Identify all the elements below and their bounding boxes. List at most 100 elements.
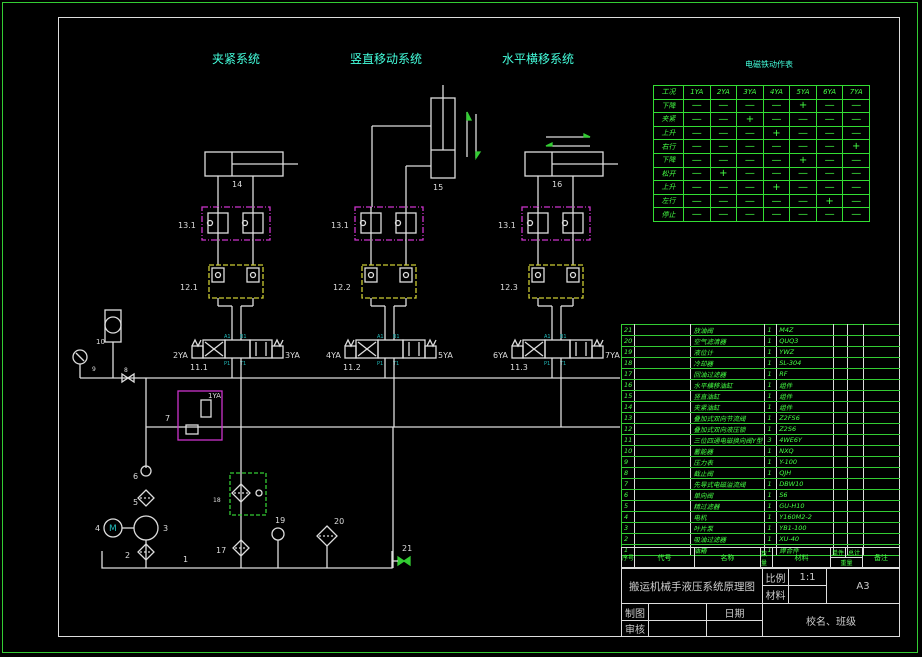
- level-gauge-19: [271, 527, 285, 541]
- action-cell: —: [842, 193, 870, 209]
- action-cell: —: [683, 207, 711, 222]
- parts-cell: SL-304: [776, 357, 834, 369]
- parts-row: 6 单向阀 1 S6: [620, 489, 900, 501]
- parts-cell: 12: [620, 423, 636, 435]
- parts-cell: 1: [764, 456, 778, 468]
- label: 4: [95, 524, 100, 533]
- parts-cell: 组件: [776, 390, 834, 402]
- parts-cell: 16: [620, 379, 636, 391]
- parts-cell: [847, 500, 865, 512]
- parts-cell: 先导式电磁溢流阀: [690, 478, 766, 490]
- parts-cell: NXQ: [776, 445, 834, 457]
- parts-cell: [634, 467, 692, 479]
- tank-label: 1: [183, 555, 188, 564]
- parts-cell: 蓄能器: [690, 445, 766, 457]
- action-cell: —: [683, 166, 711, 182]
- action-cell: —: [683, 152, 711, 168]
- spring-left-icon: [511, 338, 522, 348]
- action-cell: —: [789, 125, 817, 141]
- parts-cell: [847, 445, 865, 457]
- parts-cell: [863, 456, 900, 468]
- action-cell: —: [709, 98, 738, 114]
- lock-label: 12.1: [180, 283, 198, 292]
- lock-check: [566, 267, 580, 283]
- action-table-row: 松开 — + — — — — —: [653, 166, 870, 182]
- parts-cell: 夹紧油缸: [690, 401, 766, 413]
- accumulator-body: [104, 309, 122, 343]
- header-no: 序号: [621, 547, 635, 568]
- port-a: A1: [224, 334, 231, 340]
- cylinder-label: 14: [232, 180, 242, 189]
- parts-cell: [863, 401, 900, 413]
- parts-cell: [634, 445, 692, 457]
- action-cell: —: [815, 98, 844, 114]
- gauge-needle: [75, 352, 85, 362]
- parts-cell: GU-H10: [776, 500, 834, 512]
- parts-cell: [847, 335, 865, 347]
- parts-row: 10 蓄能器 1 NXQ: [620, 445, 900, 457]
- action-cell: —: [709, 180, 738, 195]
- parts-cell: [863, 324, 900, 336]
- check-ball: [214, 271, 222, 279]
- action-cell: 停止: [653, 207, 684, 222]
- parts-cell: 10: [620, 445, 636, 457]
- parts-cell: [832, 500, 849, 512]
- action-cell: —: [789, 207, 817, 222]
- parts-row: 4 电机 1 Y160M2-2: [620, 511, 900, 523]
- parts-cell: [634, 489, 692, 501]
- port-p: P1: [224, 361, 230, 367]
- action-cell: 松开: [653, 166, 684, 182]
- parts-cell: [863, 379, 900, 391]
- action-cell: —: [815, 166, 844, 182]
- parts-cell: XU-40: [776, 533, 834, 545]
- parts-cell: [634, 423, 692, 435]
- action-cell: —: [762, 207, 791, 222]
- parts-cell: [847, 401, 865, 413]
- throttle-label: 13.1: [178, 221, 196, 230]
- parts-cell: [863, 500, 900, 512]
- material-label: 材料: [762, 585, 789, 604]
- parts-row: 14 夹紧油缸 1 组件: [620, 401, 900, 413]
- parts-cell: 1: [764, 412, 778, 424]
- parts-cell: [847, 456, 865, 468]
- parts-cell: 7: [620, 478, 636, 490]
- parts-cell: 4WE6Y: [776, 434, 834, 446]
- parts-cell: 叠加式双向液压锁: [690, 423, 766, 435]
- action-cell: —: [736, 152, 764, 168]
- parts-cell: 叶片泵: [690, 522, 766, 534]
- action-cell: 5YA: [789, 85, 817, 100]
- parts-cell: [863, 335, 900, 347]
- action-cell: 左行: [653, 193, 684, 209]
- label: 7: [165, 414, 170, 423]
- parts-cell: [863, 357, 900, 369]
- action-table-row: 下降 — — — — + — —: [653, 98, 870, 114]
- school-class: 校名、班级: [762, 603, 900, 637]
- parts-cell: YB1-100: [776, 522, 834, 534]
- parts-cell: 1: [764, 489, 778, 501]
- port-t: T1: [239, 361, 246, 367]
- port-p: P1: [377, 361, 383, 367]
- action-table-row: 右行 — — — — — — +: [653, 139, 870, 154]
- action-cell: +: [709, 166, 738, 182]
- action-cell: —: [683, 193, 711, 209]
- checked-label: 审核: [621, 620, 649, 637]
- parts-cell: [832, 511, 849, 523]
- action-cell: —: [815, 180, 844, 195]
- action-cell: —: [736, 98, 764, 114]
- header-remark: 备注: [862, 547, 900, 568]
- solenoid-right: [591, 345, 604, 359]
- parts-cell: [832, 412, 849, 424]
- parts-cell: [863, 434, 900, 446]
- parts-cell: 17: [620, 368, 636, 380]
- parts-row: 3 叶片泵 1 YB1-100: [620, 522, 900, 534]
- parts-cell: 单向阀: [690, 489, 766, 501]
- spring-left-icon: [191, 338, 202, 348]
- lock-check: [364, 267, 378, 283]
- parts-cell: 1: [764, 390, 778, 402]
- parts-cell: 1: [764, 401, 778, 413]
- parts-cell: [847, 489, 865, 501]
- label: 8: [124, 367, 128, 374]
- parts-cell: 组件: [776, 379, 834, 391]
- parts-cell: Y-100: [776, 456, 834, 468]
- solenoid-left: [191, 345, 204, 359]
